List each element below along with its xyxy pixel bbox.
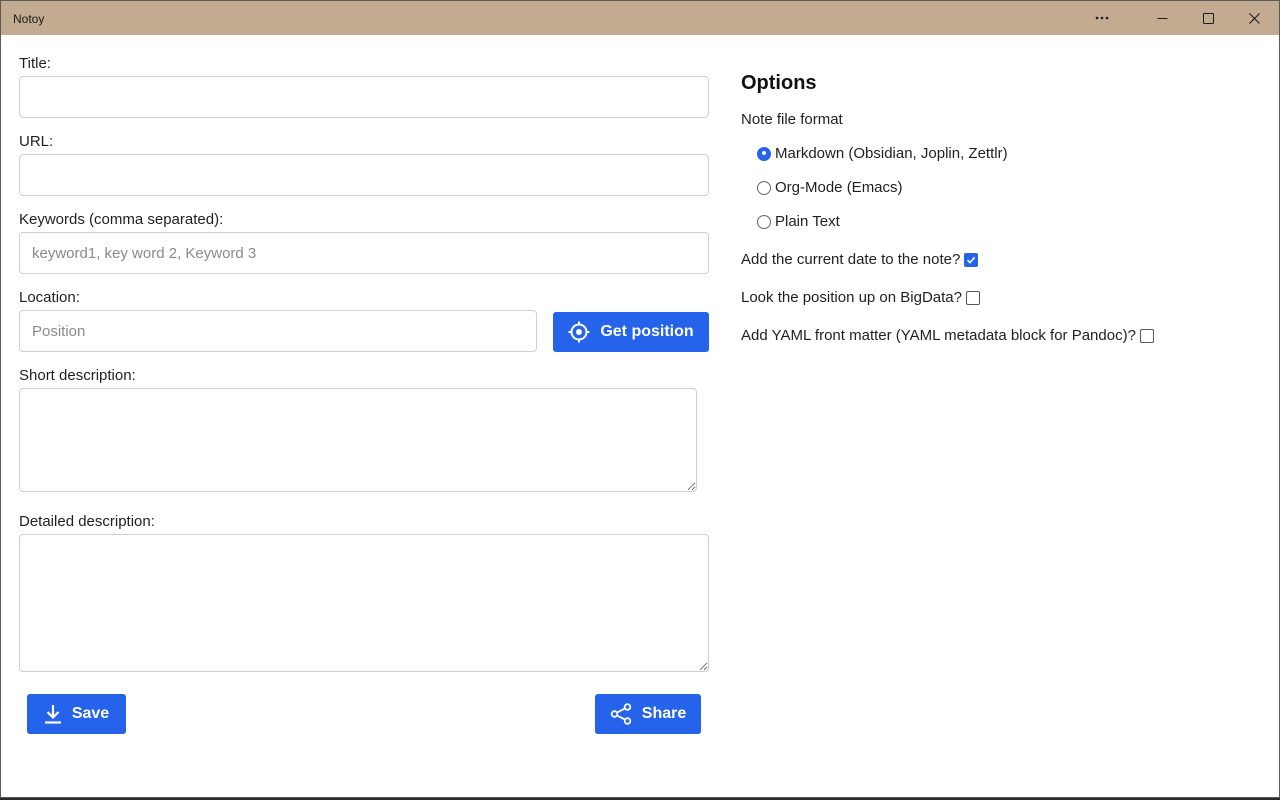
format-radio-org[interactable]: Org-Mode (Emacs) xyxy=(757,179,903,196)
radio-plain-text[interactable] xyxy=(757,214,771,229)
detailed-description-label: Detailed description: xyxy=(19,513,155,530)
add-date-checkbox[interactable] xyxy=(964,252,979,267)
maximize-icon[interactable] xyxy=(1185,1,1231,35)
add-date-label: Add the current date to the note? xyxy=(741,251,961,268)
get-position-label: Get position xyxy=(600,323,694,340)
lookup-bigdata-label: Look the position up on BigData? xyxy=(741,289,962,306)
share-icon xyxy=(610,703,632,725)
save-button[interactable]: Save xyxy=(27,694,126,734)
short-description-textarea[interactable] xyxy=(19,388,697,492)
radio-markdown[interactable] xyxy=(757,146,771,161)
more-icon[interactable] xyxy=(1079,1,1125,35)
share-label: Share xyxy=(641,705,687,722)
save-label: Save xyxy=(71,705,110,722)
main-content: Title: URL: Keywords (comma separated): … xyxy=(1,35,1279,797)
yaml-front-matter-label: Add YAML front matter (YAML metadata blo… xyxy=(741,327,1136,344)
get-position-button[interactable]: Get position xyxy=(553,312,709,352)
radio-org-mode[interactable] xyxy=(757,180,771,195)
yaml-front-matter-option[interactable]: Add YAML front matter (YAML metadata blo… xyxy=(741,327,1154,344)
app-window: Notoy Title: URL: Keywords (comma separa… xyxy=(0,0,1280,798)
app-title: Notoy xyxy=(13,12,45,26)
share-button[interactable]: Share xyxy=(595,694,701,734)
lookup-bigdata-checkbox[interactable] xyxy=(966,290,980,305)
lookup-bigdata-option[interactable]: Look the position up on BigData? xyxy=(741,289,980,306)
format-plain-label: Plain Text xyxy=(775,213,840,230)
url-input[interactable] xyxy=(19,154,709,196)
format-org-label: Org-Mode (Emacs) xyxy=(775,179,903,196)
keywords-input[interactable] xyxy=(19,232,709,274)
location-input[interactable] xyxy=(19,310,537,352)
minimize-icon[interactable] xyxy=(1139,1,1185,35)
add-date-option[interactable]: Add the current date to the note? xyxy=(741,251,979,268)
title-bar: Notoy xyxy=(1,1,1279,35)
format-radio-markdown[interactable]: Markdown (Obsidian, Joplin, Zettlr) xyxy=(757,145,1008,162)
close-icon[interactable] xyxy=(1231,1,1277,35)
note-format-label: Note file format xyxy=(741,111,843,128)
crosshair-icon xyxy=(568,321,590,343)
url-label: URL: xyxy=(19,133,54,150)
checkmark-icon xyxy=(967,256,976,264)
format-radio-plain[interactable]: Plain Text xyxy=(757,213,840,230)
download-icon xyxy=(44,704,62,724)
detailed-description-textarea[interactable] xyxy=(19,534,709,672)
location-label: Location: xyxy=(19,289,80,306)
options-heading: Options xyxy=(741,72,817,94)
short-description-label: Short description: xyxy=(19,367,136,384)
format-markdown-label: Markdown (Obsidian, Joplin, Zettlr) xyxy=(775,145,1008,162)
keywords-label: Keywords (comma separated): xyxy=(19,211,224,228)
title-label: Title: xyxy=(19,55,51,72)
title-input[interactable] xyxy=(19,76,709,118)
yaml-front-matter-checkbox[interactable] xyxy=(1139,328,1154,343)
